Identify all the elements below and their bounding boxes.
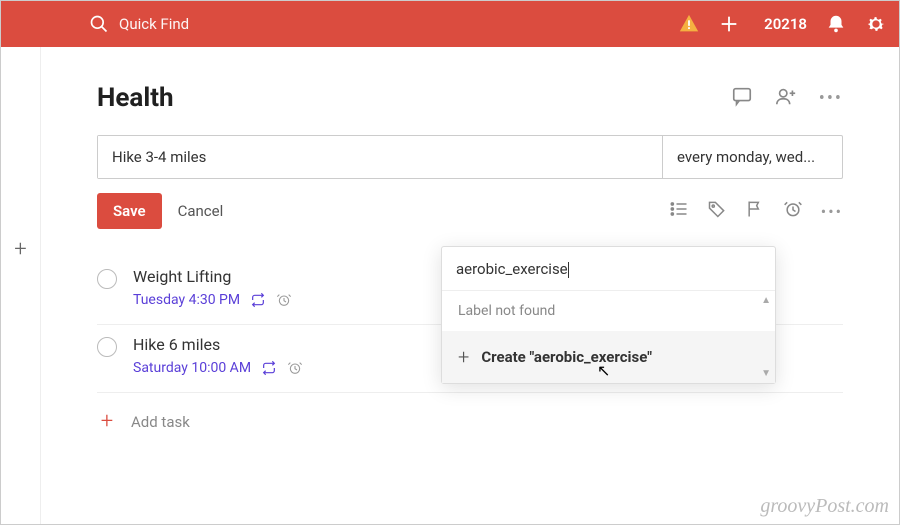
list-icon[interactable] bbox=[669, 199, 689, 223]
add-task-button[interactable]: + Add task bbox=[97, 393, 843, 450]
task-title[interactable]: Weight Lifting bbox=[133, 267, 292, 286]
task-checkbox[interactable] bbox=[97, 269, 117, 289]
bell-icon[interactable] bbox=[825, 13, 847, 35]
cancel-button[interactable]: Cancel bbox=[178, 202, 224, 220]
alarm-icon bbox=[287, 360, 303, 376]
top-bar: Quick Find 20218 bbox=[1, 1, 899, 47]
left-sidebar: + bbox=[1, 47, 41, 524]
top-actions: 20218 bbox=[678, 13, 887, 35]
task-date-input[interactable]: every monday, wed... bbox=[662, 136, 842, 178]
watermark: groovyPost.com bbox=[760, 495, 889, 518]
gear-icon[interactable] bbox=[865, 13, 887, 35]
label-popup: aerobic_exercise ▲ Label not found + Cre… bbox=[441, 246, 776, 384]
karma-counter[interactable]: 20218 bbox=[758, 15, 807, 33]
task-checkbox[interactable] bbox=[97, 337, 117, 357]
task-due[interactable]: Saturday 10:00 AM bbox=[133, 360, 251, 376]
search-placeholder: Quick Find bbox=[119, 15, 189, 33]
editor-tools: ••• bbox=[669, 199, 843, 223]
reminder-icon[interactable] bbox=[783, 199, 803, 223]
recurring-icon bbox=[261, 360, 277, 376]
page-header: Health ••• bbox=[97, 83, 843, 113]
task-name-input[interactable] bbox=[98, 136, 662, 178]
scroll-up-icon[interactable]: ▲ bbox=[761, 295, 771, 306]
scroll-down-icon[interactable]: ▼ bbox=[761, 368, 771, 379]
task-title[interactable]: Hike 6 miles bbox=[133, 335, 303, 354]
quick-find[interactable]: Quick Find bbox=[89, 14, 678, 34]
share-icon[interactable] bbox=[775, 85, 797, 111]
more-icon[interactable]: ••• bbox=[819, 88, 843, 109]
page-title: Health bbox=[97, 83, 174, 113]
karma-value: 20218 bbox=[764, 15, 807, 33]
task-due[interactable]: Tuesday 4:30 PM bbox=[133, 292, 240, 308]
tag-icon[interactable] bbox=[707, 199, 727, 223]
label-input[interactable]: aerobic_exercise bbox=[456, 259, 569, 278]
task-editor-row: every monday, wed... bbox=[97, 135, 843, 179]
warning-icon[interactable] bbox=[678, 13, 700, 35]
add-task-label: Add task bbox=[131, 413, 190, 431]
label-not-found-message: Label not found bbox=[442, 291, 775, 331]
search-icon bbox=[89, 14, 109, 34]
plus-icon: + bbox=[458, 345, 469, 369]
add-button[interactable] bbox=[718, 13, 740, 35]
create-label-text: Create "aerobic_exercise" bbox=[481, 348, 652, 366]
page-actions: ••• bbox=[731, 85, 843, 111]
comments-icon[interactable] bbox=[731, 85, 753, 111]
editor-actions: Save Cancel ••• bbox=[97, 193, 843, 229]
flag-icon[interactable] bbox=[745, 199, 765, 223]
plus-icon: + bbox=[97, 409, 117, 434]
sidebar-add-icon[interactable]: + bbox=[14, 237, 26, 262]
recurring-icon bbox=[250, 292, 266, 308]
save-button[interactable]: Save bbox=[97, 193, 162, 229]
create-label-button[interactable]: + Create "aerobic_exercise" bbox=[442, 331, 775, 383]
alarm-icon bbox=[276, 292, 292, 308]
more-tools-icon[interactable]: ••• bbox=[821, 202, 843, 221]
